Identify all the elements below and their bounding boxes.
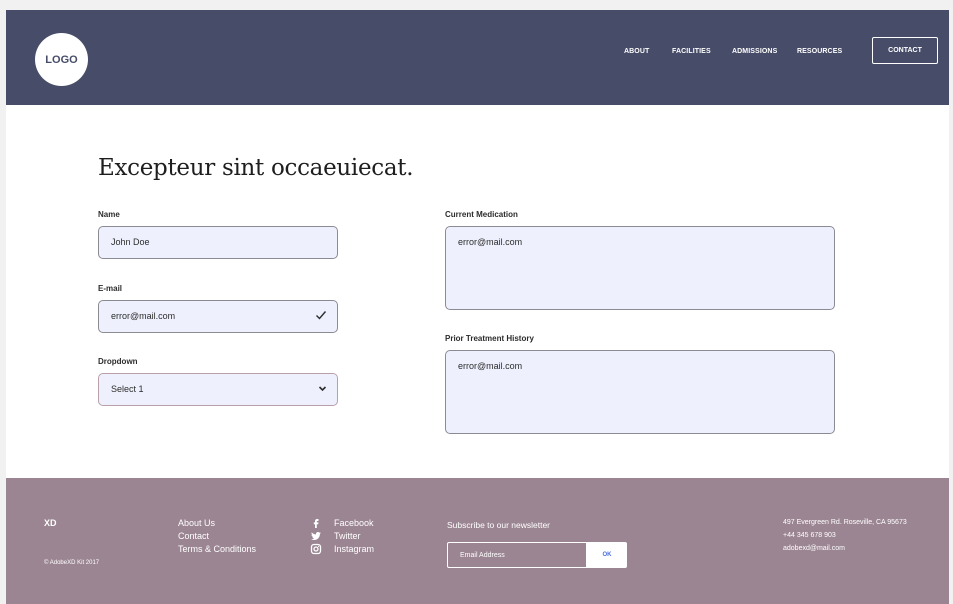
email-field[interactable]: error@mail.com: [98, 300, 338, 333]
footer: XD © AdobeXD Kit 2017 About Us Contact T…: [6, 478, 949, 604]
current-medication-field[interactable]: error@mail.com: [445, 226, 835, 310]
page: LOGO ABOUT FACILITIES ADMISSIONS RESOURC…: [0, 0, 953, 604]
nav-resources[interactable]: RESOURCES: [797, 48, 842, 55]
footer-social-facebook[interactable]: Facebook: [334, 518, 374, 528]
dropdown-select[interactable]: Select 1: [98, 373, 338, 406]
footer-email[interactable]: adobexd@mail.com: [783, 545, 845, 552]
page-title: Excepteur sint occaeuiecat.: [98, 155, 414, 181]
prior-treatment-label: Prior Treatment History: [445, 334, 534, 343]
prior-treatment-value: error@mail.com: [458, 361, 523, 371]
newsletter-email-input[interactable]: Email Address: [447, 542, 587, 568]
prior-treatment-field[interactable]: error@mail.com: [445, 350, 835, 434]
header: LOGO ABOUT FACILITIES ADMISSIONS RESOURC…: [6, 10, 949, 105]
current-medication-label: Current Medication: [445, 210, 518, 219]
current-medication-value: error@mail.com: [458, 237, 523, 247]
footer-brand: XD: [44, 518, 57, 528]
instagram-icon: [310, 543, 322, 555]
twitter-icon: [311, 532, 321, 540]
nav-admissions[interactable]: ADMISSIONS: [732, 48, 777, 55]
facebook-icon: [313, 519, 319, 528]
email-value: error@mail.com: [111, 311, 176, 321]
footer-phone: +44 345 678 903: [783, 532, 836, 539]
footer-link-contact[interactable]: Contact: [178, 531, 209, 541]
name-field[interactable]: John Doe: [98, 226, 338, 259]
newsletter-heading: Subscribe to our newsletter: [447, 520, 550, 530]
email-label: E-mail: [98, 284, 123, 293]
check-icon: [316, 311, 327, 320]
nav-facilities[interactable]: FACILITIES: [672, 48, 711, 55]
footer-social-twitter[interactable]: Twitter: [334, 531, 361, 541]
canvas: LOGO ABOUT FACILITIES ADMISSIONS RESOURC…: [6, 10, 949, 604]
footer-address: 497 Evergreen Rd. Roseville, CA 95673: [783, 519, 907, 526]
footer-copyright: © AdobeXD Kit 2017: [44, 560, 100, 566]
dropdown-label: Dropdown: [98, 357, 138, 366]
name-label: Name: [98, 210, 120, 219]
footer-social-instagram[interactable]: Instagram: [334, 544, 374, 554]
dropdown-value: Select 1: [111, 384, 144, 394]
newsletter-ok-button[interactable]: OK: [587, 542, 627, 568]
footer-link-about[interactable]: About Us: [178, 518, 215, 528]
name-value: John Doe: [111, 237, 150, 247]
logo[interactable]: LOGO: [35, 33, 88, 86]
contact-button[interactable]: CONTACT: [872, 37, 938, 64]
nav-about[interactable]: ABOUT: [624, 48, 649, 55]
chevron-down-icon: [318, 386, 327, 392]
footer-link-terms[interactable]: Terms & Conditions: [178, 544, 256, 554]
